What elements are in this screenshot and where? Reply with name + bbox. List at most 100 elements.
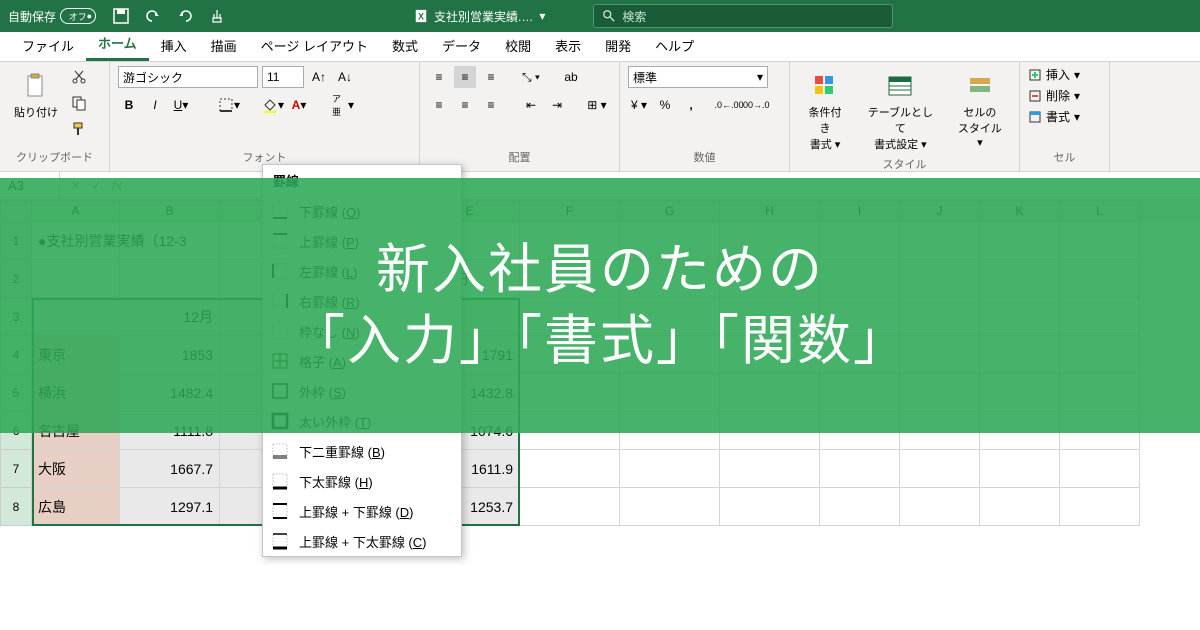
cell-B8[interactable]: 1297.1: [120, 488, 220, 526]
bold-button[interactable]: B: [118, 94, 140, 116]
merge-button[interactable]: ⊞ ▾: [586, 94, 608, 116]
tab-挿入[interactable]: 挿入: [149, 30, 199, 61]
overlay-line2: 「入力」「書式」「関数」: [291, 306, 909, 376]
font-size-select[interactable]: 11: [262, 66, 304, 88]
font-name-select[interactable]: 游ゴシック: [118, 66, 258, 88]
quick-access-toolbar: [112, 7, 226, 25]
tab-ヘルプ[interactable]: ヘルプ: [643, 30, 706, 61]
fill-color-button[interactable]: ▾: [262, 94, 284, 116]
underline-button[interactable]: U ▾: [170, 94, 192, 116]
tab-数式[interactable]: 数式: [380, 30, 430, 61]
tab-校閲[interactable]: 校閲: [493, 30, 543, 61]
cell-H7[interactable]: [720, 450, 820, 488]
cell-F7[interactable]: [520, 450, 620, 488]
tab-ホーム[interactable]: ホーム: [86, 27, 149, 61]
search-box[interactable]: 検索: [593, 4, 893, 28]
tab-データ[interactable]: データ: [430, 30, 493, 61]
orientation-icon[interactable]: ⤡ ▾: [520, 66, 542, 88]
row-header-7[interactable]: 7: [0, 450, 32, 488]
paste-button[interactable]: 貼り付け: [8, 66, 64, 124]
tab-表示[interactable]: 表示: [543, 30, 593, 61]
comma-button[interactable]: ,: [680, 94, 702, 116]
cells-label: セル: [1028, 149, 1101, 167]
autosave-toggle[interactable]: 自動保存 オフ●: [8, 8, 96, 25]
cell-A7[interactable]: 大阪: [32, 450, 120, 488]
border-top-thick-bottom-icon: [271, 532, 289, 550]
insert-icon: [1028, 68, 1042, 82]
percent-button[interactable]: %: [654, 94, 676, 116]
title-overlay: 新入社員のための 「入力」「書式」「関数」: [0, 178, 1200, 433]
tab-開発[interactable]: 開発: [593, 30, 643, 61]
decrease-indent-icon[interactable]: ⇤: [520, 94, 542, 116]
cell-I7[interactable]: [820, 450, 900, 488]
align-center-icon[interactable]: ≡: [454, 94, 476, 116]
border-thick-bottom-icon: [271, 472, 289, 490]
copy-icon[interactable]: [68, 92, 90, 114]
ribbon: 貼り付け クリップボード 游ゴシック 11 A↑ A↓ B I U ▾: [0, 62, 1200, 172]
delete-icon: [1028, 89, 1042, 103]
font-color-button[interactable]: A ▾: [288, 94, 310, 116]
border-double-bottom-icon: [271, 442, 289, 460]
paste-icon: [20, 70, 52, 102]
tab-描画[interactable]: 描画: [199, 30, 249, 61]
cell-I8[interactable]: [820, 488, 900, 526]
cell-J8[interactable]: [900, 488, 980, 526]
border-menu-item-10[interactable]: 上罫線 + 下罫線 (D): [263, 496, 461, 526]
align-right-icon[interactable]: ≡: [480, 94, 502, 116]
cells-group: 挿入 ▾ 削除 ▾ 書式 ▾ セル: [1020, 62, 1110, 171]
wrap-text-button[interactable]: ab: [560, 66, 582, 88]
cell-A8[interactable]: 広島: [32, 488, 120, 526]
cell-J7[interactable]: [900, 450, 980, 488]
cell-K7[interactable]: [980, 450, 1060, 488]
decrease-decimal-icon[interactable]: .00→.0: [744, 94, 766, 116]
font-group: 游ゴシック 11 A↑ A↓ B I U ▾ ▾ ▾ A ▾ ア亜 ▾ フォント: [110, 62, 420, 171]
chevron-down-icon[interactable]: ▾: [539, 9, 545, 23]
redo-icon[interactable]: [176, 7, 194, 25]
touch-mode-icon[interactable]: [208, 7, 226, 25]
currency-button[interactable]: ¥ ▾: [628, 94, 650, 116]
toggle-switch[interactable]: オフ●: [60, 8, 96, 24]
conditional-format-icon: [809, 70, 841, 102]
align-left-icon[interactable]: ≡: [428, 94, 450, 116]
cell-F8[interactable]: [520, 488, 620, 526]
format-as-table-button[interactable]: テーブルとして 書式設定 ▾: [858, 66, 943, 156]
cell-L8[interactable]: [1060, 488, 1140, 526]
increase-decimal-icon[interactable]: .0←.00: [718, 94, 740, 116]
insert-button[interactable]: 挿入 ▾: [1028, 66, 1101, 83]
border-menu-item-11[interactable]: 上罫線 + 下太罫線 (C): [263, 526, 461, 556]
ribbon-tabs: ファイルホーム挿入描画ページ レイアウト数式データ校閲表示開発ヘルプ: [0, 32, 1200, 62]
overlay-line1: 新入社員のための: [376, 235, 824, 305]
border-menu-item-8[interactable]: 下二重罫線 (B): [263, 436, 461, 466]
increase-indent-icon[interactable]: ⇥: [546, 94, 568, 116]
conditional-format-button[interactable]: 条件付き 書式 ▾: [798, 66, 852, 156]
cell-G8[interactable]: [620, 488, 720, 526]
cell-G7[interactable]: [620, 450, 720, 488]
format-painter-icon[interactable]: [68, 118, 90, 140]
cell-K8[interactable]: [980, 488, 1060, 526]
phonetic-button[interactable]: ア亜 ▾: [332, 94, 354, 116]
cell-L7[interactable]: [1060, 450, 1140, 488]
row-header-8[interactable]: 8: [0, 488, 32, 526]
border-button[interactable]: ▾: [218, 94, 240, 116]
align-bottom-icon[interactable]: ≡: [480, 66, 502, 88]
format-icon: [1028, 110, 1042, 124]
border-menu-item-9[interactable]: 下太罫線 (H): [263, 466, 461, 496]
clipboard-label: クリップボード: [8, 149, 101, 167]
document-title[interactable]: X 支社別営業実績.… ▾: [414, 8, 545, 25]
cell-styles-button[interactable]: セルの スタイル ▾: [949, 66, 1011, 153]
undo-icon[interactable]: [144, 7, 162, 25]
align-top-icon[interactable]: ≡: [428, 66, 450, 88]
cell-B7[interactable]: 1667.7: [120, 450, 220, 488]
number-format-select[interactable]: 標準▾: [628, 66, 768, 88]
italic-button[interactable]: I: [144, 94, 166, 116]
increase-font-icon[interactable]: A↑: [308, 66, 330, 88]
tab-ページ レイアウト[interactable]: ページ レイアウト: [249, 30, 380, 61]
tab-ファイル[interactable]: ファイル: [10, 30, 86, 61]
cut-icon[interactable]: [68, 66, 90, 88]
format-button[interactable]: 書式 ▾: [1028, 108, 1101, 125]
delete-button[interactable]: 削除 ▾: [1028, 87, 1101, 104]
cell-H8[interactable]: [720, 488, 820, 526]
align-middle-icon[interactable]: ≡: [454, 66, 476, 88]
save-icon[interactable]: [112, 7, 130, 25]
decrease-font-icon[interactable]: A↓: [334, 66, 356, 88]
